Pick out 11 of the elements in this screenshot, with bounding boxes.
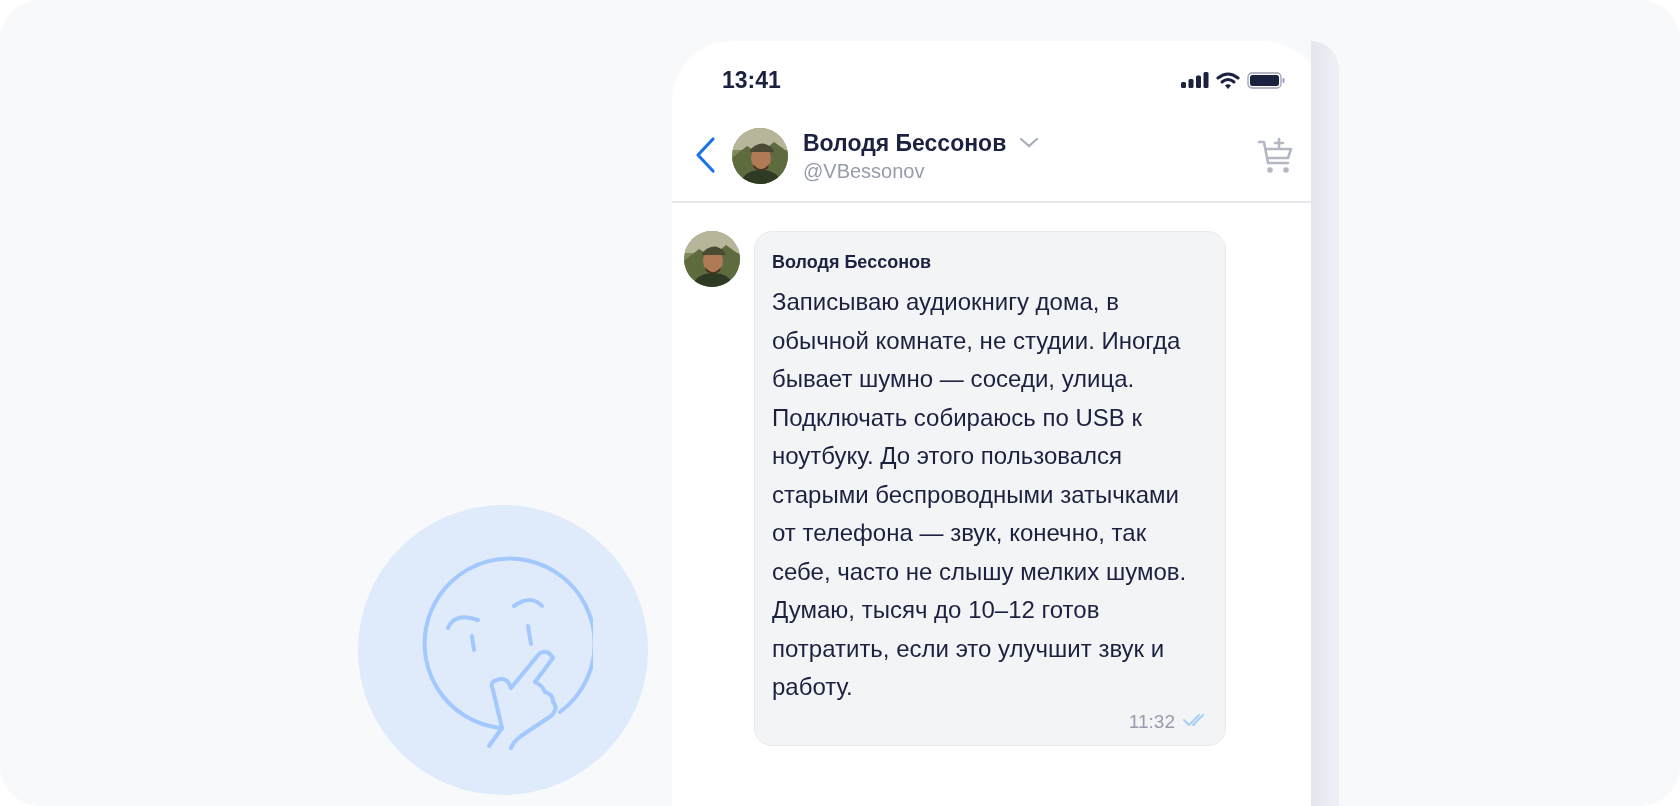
contact-name: Володя Бессонов	[803, 129, 1007, 157]
battery-icon	[1247, 71, 1285, 89]
signal-icon	[1181, 72, 1209, 88]
message-text: Записываю аудиокнигу дома, в обычной комнате, не студии. Иногда бывает шумно — соседи, улица. Подключать собираюсь по USB к ноутбуку. До этого пользовался старыми беспроводными затычками от телефона — звук, конечно, так себе, часто не слышу мелких шумов. Думаю, тысяч до 10–12 готов потратить, если это улучшит звук и работу.	[772, 287, 1188, 702]
add-to-cart-button[interactable]	[1257, 137, 1295, 175]
chevron-down-icon[interactable]	[1020, 138, 1039, 148]
sender-name: Володя Бессонов	[772, 252, 933, 273]
contact-handle: @VBessonov	[803, 159, 926, 183]
message-time: 11:32	[1128, 710, 1175, 733]
wifi-icon	[1216, 71, 1240, 89]
status-time: 13:41	[722, 65, 781, 94]
